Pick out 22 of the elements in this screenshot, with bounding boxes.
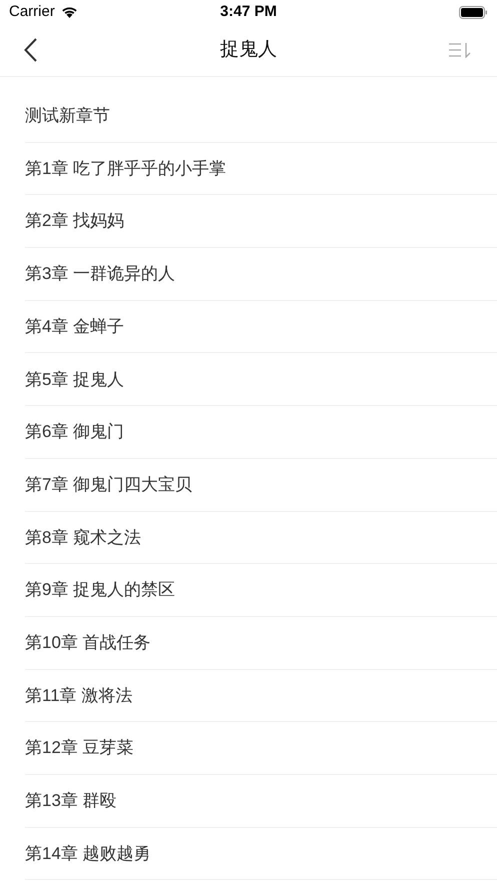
back-icon bbox=[24, 38, 37, 62]
chapter-item[interactable]: 第5章 捉鬼人 bbox=[25, 366, 124, 392]
chapter-item[interactable]: 第8章 窥术之法 bbox=[25, 524, 142, 550]
chapter-item[interactable]: 测试新章节 bbox=[25, 103, 110, 129]
chapter-item[interactable]: 第9章 捉鬼人的禁区 bbox=[25, 577, 176, 603]
chapter-item[interactable]: 第10章 首战任务 bbox=[25, 630, 151, 656]
wifi-icon bbox=[60, 6, 78, 18]
chapter-item[interactable]: 第1章 吃了胖乎乎的小手掌 bbox=[25, 156, 226, 182]
chapter-item[interactable]: 第11章 激将法 bbox=[25, 682, 132, 708]
chapter-item[interactable]: 第6章 御鬼门 bbox=[25, 419, 124, 445]
status-time: 3:47 PM bbox=[220, 2, 277, 22]
battery-icon bbox=[459, 6, 488, 18]
nav-title: 捉鬼人 bbox=[220, 38, 277, 62]
carrier-label: Carrier bbox=[9, 2, 55, 22]
chapter-item[interactable]: 第7章 御鬼门四大宝贝 bbox=[25, 472, 192, 498]
chapter-item[interactable]: 第4章 金蝉子 bbox=[25, 314, 124, 340]
chapter-item[interactable]: 第3章 一群诡异的人 bbox=[25, 261, 176, 287]
chapter-item[interactable]: 第2章 找妈妈 bbox=[25, 208, 124, 234]
chapter-item[interactable]: 第12章 豆芽菜 bbox=[25, 735, 134, 761]
sort-icon bbox=[448, 42, 472, 58]
chapter-item[interactable]: 第14章 越败越勇 bbox=[25, 840, 151, 866]
chapter-item[interactable]: 第13章 群殴 bbox=[25, 788, 117, 814]
